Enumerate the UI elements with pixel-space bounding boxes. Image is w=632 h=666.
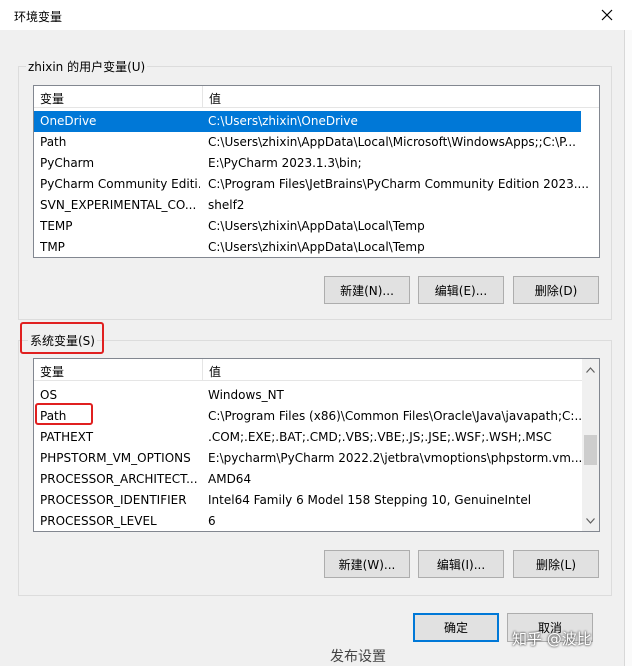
scroll-thumb[interactable] xyxy=(584,435,597,465)
column-header-name[interactable]: 变量 xyxy=(40,90,64,107)
row-value: Windows_NT xyxy=(208,388,284,402)
path-row-highlight xyxy=(35,403,93,425)
row-name: PyCharm Community Editi... xyxy=(40,177,200,191)
close-button[interactable] xyxy=(594,2,620,28)
row-value: C:\Users\zhixin\AppData\Local\Temp xyxy=(208,219,425,233)
table-row[interactable]: SVN_EXPERIMENTAL_CO... shelf2 xyxy=(34,195,599,216)
environment-variables-dialog: 环境变量 zhixin 的用户变量(U) 变量 值 OneDrive C:\Us… xyxy=(0,0,632,666)
row-name: PROCESSOR_LEVEL xyxy=(40,514,157,528)
row-value: 6 xyxy=(208,514,216,528)
row-name: TMP xyxy=(40,240,65,254)
table-row[interactable]: OneDrive C:\Users\zhixin\OneDrive xyxy=(34,111,581,132)
row-name: PATHEXT xyxy=(40,430,94,444)
system-variables-highlight xyxy=(20,322,104,354)
table-row[interactable]: OS Windows_NT xyxy=(34,385,599,406)
table-row[interactable]: TMP C:\Users\zhixin\AppData\Local\Temp xyxy=(34,237,599,257)
table-row[interactable]: PROCESSOR_ARCHITECT... AMD64 xyxy=(34,469,599,490)
system-new-button[interactable]: 新建(W)... xyxy=(324,550,410,578)
row-name: PyCharm xyxy=(40,156,95,170)
scroll-up-arrow[interactable] xyxy=(582,361,599,378)
column-header-value[interactable]: 值 xyxy=(209,90,221,107)
row-value: Intel64 Family 6 Model 158 Stepping 10, … xyxy=(208,493,532,507)
table-row[interactable]: Path C:\Program Files (x86)\Common Files… xyxy=(34,406,599,427)
user-new-button[interactable]: 新建(N)... xyxy=(324,276,410,304)
table-row[interactable]: PATHEXT .COM;.EXE;.BAT;.CMD;.VBS;.VBE;.J… xyxy=(34,427,599,448)
table-row[interactable]: PHPSTORM_VM_OPTIONS E:\pycharm\PyCharm 2… xyxy=(34,448,599,469)
column-header-value[interactable]: 值 xyxy=(209,363,221,380)
system-delete-button[interactable]: 删除(L) xyxy=(513,550,599,578)
row-value: C:\Program Files (x86)\Common Files\Orac… xyxy=(208,409,586,423)
row-name: Path xyxy=(40,135,67,149)
row-value: C:\Users\zhixin\OneDrive xyxy=(208,114,358,128)
watermark: 知乎 @波比 xyxy=(512,630,592,648)
row-value: C:\Users\zhixin\AppData\Local\Microsoft\… xyxy=(208,135,576,149)
table-row[interactable]: PROCESSOR_IDENTIFIER Intel64 Family 6 Mo… xyxy=(34,490,599,511)
chevron-down-icon xyxy=(586,517,595,524)
row-value: AMD64 xyxy=(208,472,252,486)
row-name: SVN_EXPERIMENTAL_CO... xyxy=(40,198,197,212)
row-name: PHPSTORM_VM_OPTIONS xyxy=(40,451,191,465)
row-name: PROCESSOR_IDENTIFIER xyxy=(40,493,187,507)
row-name: OneDrive xyxy=(40,114,97,128)
system-edit-button[interactable]: 编辑(I)... xyxy=(418,550,504,578)
chevron-up-icon xyxy=(586,366,595,373)
table-row[interactable]: Path C:\Users\zhixin\AppData\Local\Micro… xyxy=(34,132,599,153)
table-row[interactable]: PyCharm Community Editi... C:\Program Fi… xyxy=(34,174,599,195)
user-variables-list[interactable]: 变量 值 OneDrive C:\Users\zhixin\OneDrive P… xyxy=(33,85,600,258)
row-value: E:\pycharm\PyCharm 2022.2\jetbra\vmoptio… xyxy=(208,451,583,465)
user-edit-button[interactable]: 编辑(E)... xyxy=(418,276,504,304)
title-bar: 环境变量 xyxy=(0,0,632,30)
window-title: 环境变量 xyxy=(14,10,63,24)
system-variables-list[interactable]: 变量 值 OS Windows_NT Path C:\Program Files… xyxy=(33,358,600,532)
system-list-scrollbar[interactable] xyxy=(582,359,599,531)
row-name: TEMP xyxy=(40,219,73,233)
close-icon xyxy=(601,9,613,21)
table-row[interactable]: TEMP C:\Users\zhixin\AppData\Local\Temp xyxy=(34,216,599,237)
row-value: C:\Program Files\JetBrains\PyCharm Commu… xyxy=(208,177,589,191)
user-delete-button[interactable]: 删除(D) xyxy=(513,276,599,304)
table-row[interactable]: PyCharm E:\PyCharm 2023.1.3\bin; xyxy=(34,153,599,174)
table-row[interactable]: PROCESSOR_LEVEL 6 xyxy=(34,511,599,531)
row-name: OS xyxy=(40,388,58,402)
background-window-edge xyxy=(624,30,632,666)
list-header: 变量 值 xyxy=(34,86,599,108)
row-value: E:\PyCharm 2023.1.3\bin; xyxy=(208,156,362,170)
user-variables-label: zhixin 的用户变量(U) xyxy=(26,58,148,75)
scroll-down-arrow[interactable] xyxy=(582,512,599,529)
background-window-text: 发布设置 xyxy=(330,649,386,665)
ok-button[interactable]: 确定 xyxy=(413,613,499,642)
row-value: C:\Users\zhixin\AppData\Local\Temp xyxy=(208,240,425,254)
row-value: .COM;.EXE;.BAT;.CMD;.VBS;.VBE;.JS;.JSE;.… xyxy=(208,430,552,444)
list-header: 变量 值 xyxy=(34,359,582,381)
column-header-name[interactable]: 变量 xyxy=(40,363,64,380)
row-value: shelf2 xyxy=(208,198,245,212)
row-name: PROCESSOR_ARCHITECT... xyxy=(40,472,198,486)
